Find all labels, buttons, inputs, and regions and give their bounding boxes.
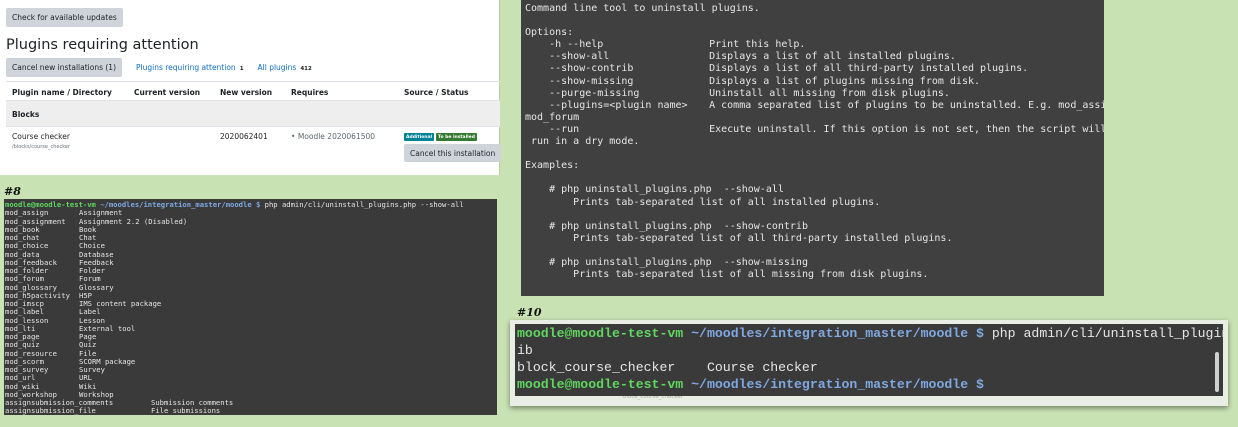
option-desc: Displays a list of all installed plugins… (709, 51, 956, 63)
output-plugin-name: block_course_checker (517, 360, 676, 375)
column-header-plugin-name: Plugin name / Directory (12, 88, 112, 97)
filter-all-plugins-link[interactable]: All plugins 412 (258, 63, 312, 72)
source-badge: Additional (404, 133, 435, 141)
example-command-text: # php uninstall_plugins.php --show-contr… (549, 220, 808, 232)
example-command: # php uninstall_plugins.php --show-all (525, 184, 1104, 196)
option-row: --show-all Displays a list of all install… (525, 51, 1104, 63)
prompt-path: ~/moodles/integration_master/moodle $ (691, 377, 984, 392)
terminal-command: php admin/cli/uninstall_plugins.php --sh… (264, 200, 464, 209)
plugin-title: File submissions (151, 406, 221, 415)
option-flag: --show-contrib (549, 63, 634, 75)
all-plugins-count: 412 (300, 66, 312, 72)
prompt-user: moodle@moodle-test-vm (517, 326, 684, 341)
option-row: --show-contrib Displays a list of all thi… (525, 63, 1104, 75)
plugin-filter-bar: Cancel new installations (1) Plugins req… (6, 58, 312, 77)
plugin-component: assignsubmission_file (5, 406, 96, 415)
column-header-current-version: Current version (134, 88, 201, 97)
option-row: --purge-missing Uninstall all missing fro… (525, 88, 1104, 100)
example-command: # php uninstall_plugins.php --show-missi… (525, 257, 1104, 269)
terminal-scrollbar[interactable] (1215, 352, 1219, 392)
option-wrap-line: run in a dry mode. (525, 136, 640, 148)
terminal-output: mod_assign Assignment mod_assignment Assign… (5, 208, 497, 415)
example-description: Prints tab-separated list of all install… (525, 197, 1104, 209)
example-command-text: # php uninstall_plugins.php --show-all (549, 184, 784, 196)
option-row: --plugins=<plugin name> A comma separated… (525, 100, 1104, 112)
example-description-text: Prints tab-separated list of all missing… (573, 269, 929, 281)
option-flag: --purge-missing (549, 87, 640, 99)
option-flag: --show-all (549, 51, 610, 63)
terminal-show-contrib[interactable]: moodle@moodle-test-vm ~/moodles/integrat… (515, 324, 1223, 396)
prompt-user: moodle@moodle-test-vm (517, 377, 684, 392)
cancel-installation-button[interactable]: Cancel this installation (404, 144, 502, 162)
option-wrap-line: mod_forum (525, 111, 580, 123)
option-flag: --run (549, 123, 580, 135)
options-title: Options: (525, 27, 574, 39)
screenshot-label-8: #8 (4, 185, 21, 198)
option-desc: Displays a list of plugins missing from … (709, 75, 981, 87)
example-command-text: # php uninstall_plugins.php --show-missi… (549, 256, 808, 268)
terminal-command: php admin/cli/uninstall_plugins.php --sh… (991, 326, 1223, 341)
option-desc: Print this help. (709, 39, 806, 51)
filter-requiring-attention-link[interactable]: Plugins requiring attention 1 (136, 63, 244, 72)
examples-list: # php uninstall_plugins.php --show-all P… (525, 172, 1104, 281)
help-intro: Command line tool to uninstall plugins. (525, 3, 760, 14)
cancel-new-installations-button[interactable]: Cancel new installations (1) (6, 58, 123, 77)
filter-requiring-attention-label: Plugins requiring attention (136, 63, 236, 72)
requires-value: Moodle 2020061500 (297, 132, 376, 141)
plugin-group-label: Blocks (12, 110, 40, 119)
plugin-name: Course checker (12, 132, 70, 141)
prompt-path: ~/moodles/integration_master/moodle $ (691, 326, 984, 341)
plugin-directory: /blocks/course_checker (12, 144, 71, 150)
plugin-requires: • Moodle 2020061500 (291, 132, 376, 141)
prompt-path: ~/moodles/integration_master/moodle $ (100, 200, 261, 209)
plugin-group-row (6, 101, 500, 126)
example-description-text: Prints tab-separated list of all install… (573, 196, 881, 208)
screenshot-label-10: #10 (517, 306, 542, 319)
terminal-prompt-line: moodle@moodle-test-vm ~/moodles/integrat… (517, 376, 1223, 393)
table-divider (6, 126, 500, 127)
example-description: Prints tab-separated list of all missing… (525, 269, 1104, 281)
example-description: Prints tab-separated list of all third-p… (525, 233, 1104, 245)
plugin-new-version: 2020062401 (220, 132, 268, 141)
terminal-show-all[interactable]: moodle@moodle-test-vm ~/moodles/integrat… (4, 199, 497, 415)
column-header-new-version: New version (220, 88, 273, 97)
moodle-plugins-panel: Check for available updates Plugins requ… (0, 0, 502, 175)
check-updates-button[interactable]: Check for available updates (6, 8, 123, 27)
page-title: Plugins requiring attention (6, 37, 199, 53)
terminal-output-line: block_course_checker Course checker (517, 359, 1223, 376)
option-desc: A comma separated list of plugins to be … (709, 99, 1104, 111)
column-header-source-status: Source / Status (404, 88, 469, 97)
option-desc: Execute uninstall. If this option is not… (709, 123, 1104, 135)
option-row: -h --help Print this help. (525, 39, 1104, 51)
filter-all-plugins-label: All plugins (257, 63, 297, 72)
output-plugin-desc: Course checker (706, 360, 818, 375)
terminal-list-row: assignsubmission_file File submissions (5, 406, 497, 415)
terminal-help-output[interactable]: Command line tool to uninstall plugins. … (521, 0, 1104, 296)
option-flag: -h --help (549, 39, 604, 51)
option-flag: --plugins=<plugin name> (549, 99, 688, 111)
options-list: -h --help Print this help. --show-all Disp… (525, 39, 1104, 112)
option-row: --run Execute uninstall. If this option i… (525, 124, 1104, 136)
terminal-prompt-line: moodle@moodle-test-vm ~/moodles/integrat… (517, 325, 1223, 342)
option-flag: --show-missing (549, 75, 634, 87)
example-description-text: Prints tab-separated list of all third-p… (573, 232, 953, 244)
status-badge: To be installed (436, 133, 477, 141)
option-row: --show-missing Displays a list of plugins… (525, 76, 1104, 88)
terminal-command-wrap: ib (517, 343, 533, 358)
option-desc: Uninstall all missing from disk plugins. (709, 87, 950, 99)
column-header-requires: Requires (291, 88, 329, 97)
option-desc: Displays a list of all third-party insta… (709, 63, 1029, 75)
table-divider (6, 81, 500, 82)
requiring-attention-count: 1 (239, 66, 244, 72)
example-command: # php uninstall_plugins.php --show-contr… (525, 221, 1104, 233)
examples-title: Examples: (525, 160, 580, 172)
